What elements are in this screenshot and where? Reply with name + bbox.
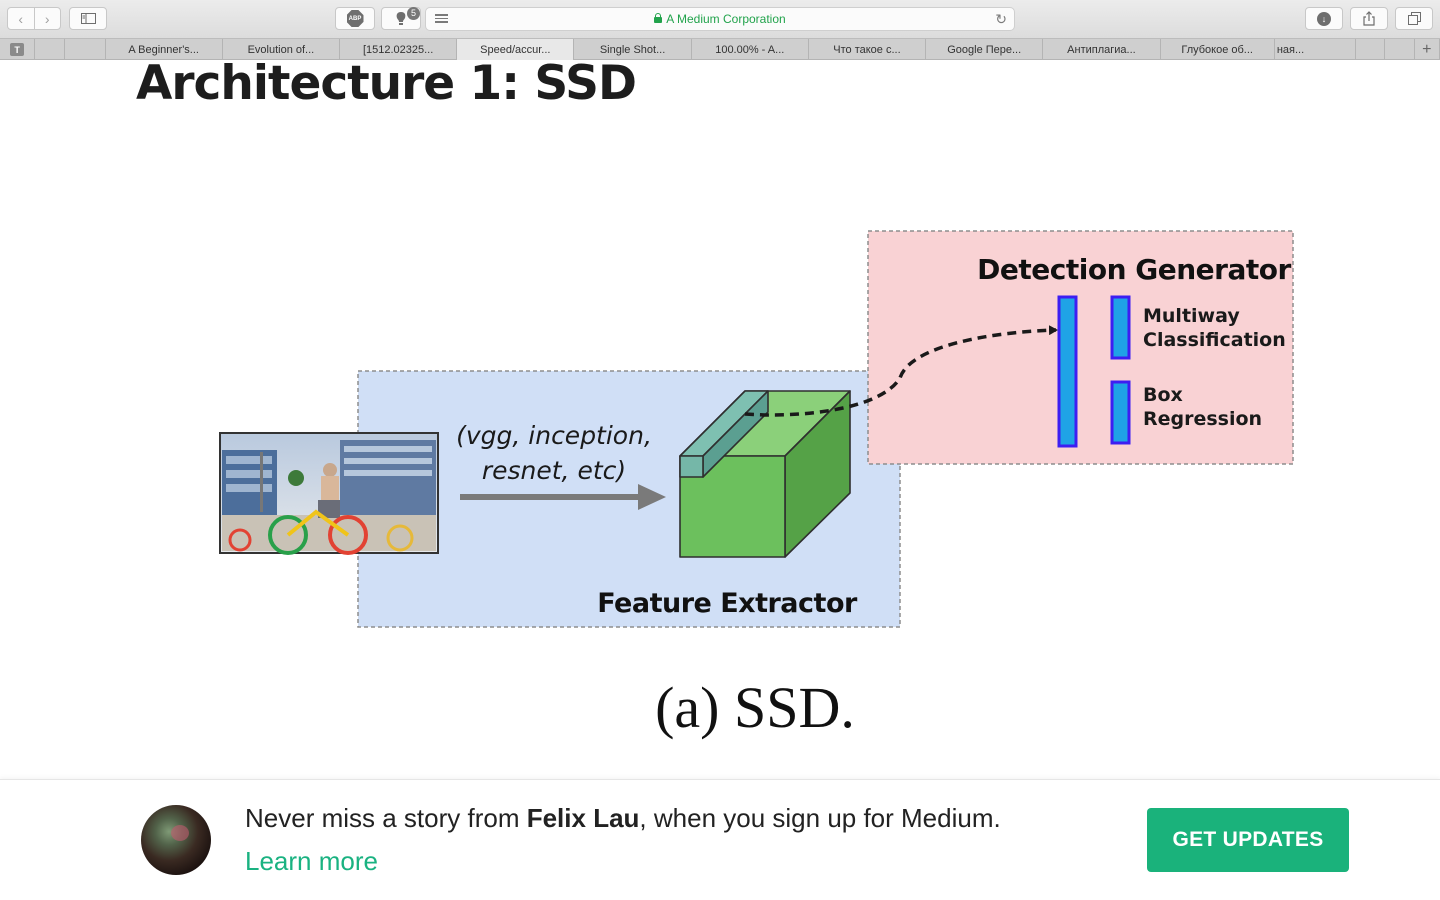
back-icon[interactable]: ‹ [8, 8, 34, 29]
article-content: Architecture 1: SSD (vgg, inception, res… [0, 60, 1440, 780]
url-display: A Medium Corporation [426, 8, 1014, 30]
tab-bar: T A Beginner's... Evolution of... [1512.… [0, 38, 1440, 60]
banner-message-prefix: Never miss a story from [245, 803, 527, 833]
sidebar-icon[interactable] [69, 7, 107, 30]
learn-more-link[interactable]: Learn more [245, 846, 378, 877]
multiway-bar [1110, 295, 1131, 360]
reload-icon[interactable]: ↻ [995, 11, 1007, 28]
tab[interactable]: Глубокое об... [1161, 39, 1275, 60]
pinned-tab-icon: T [10, 43, 25, 56]
share-button[interactable] [1350, 7, 1388, 30]
adblock-icon: ABP [346, 10, 364, 27]
tab-pinned[interactable]: T [0, 39, 36, 60]
extension-badge: 5 [407, 7, 420, 20]
signup-banner: Never miss a story from Felix Lau, when … [0, 779, 1440, 900]
feature-extractor-label: Feature Extractor [597, 588, 858, 619]
tab[interactable]: Evolution of... [223, 39, 340, 60]
extension-button[interactable]: 5 [381, 7, 421, 30]
tab[interactable]: Что такое с... [809, 39, 927, 60]
ssd-architecture-diagram: (vgg, inception, resnet, etc) Detection … [219, 230, 1294, 740]
tab-active[interactable]: Speed/accur... [457, 39, 575, 60]
figure-caption: (a) SSD. [655, 675, 855, 740]
extension-icon [396, 11, 406, 25]
tab[interactable]: Google Пере... [926, 39, 1044, 60]
tab[interactable]: [1512.02325... [340, 39, 458, 60]
nav-buttons: ‹ › [7, 7, 61, 30]
box-regression-bar [1110, 380, 1131, 445]
download-button[interactable]: ↓ [1305, 7, 1343, 30]
author-avatar[interactable] [141, 805, 211, 875]
banner-message-suffix: , when you sign up for Medium. [639, 803, 1001, 833]
box-label-line1: Box [1143, 384, 1183, 406]
share-icon [1363, 11, 1375, 26]
adblock-button[interactable]: ABP [335, 7, 375, 30]
get-updates-button[interactable]: GET UPDATES [1147, 808, 1349, 872]
arrow-label-line2: resnet, etc) [482, 456, 626, 485]
download-icon: ↓ [1317, 11, 1331, 26]
address-bar[interactable]: A Medium Corporation ↻ [425, 7, 1015, 31]
tab-empty[interactable] [1356, 39, 1386, 60]
tabs-overview-icon [1407, 12, 1421, 25]
detection-generator-label: Detection Generator [977, 253, 1291, 286]
banner-message: Never miss a story from Felix Lau, when … [245, 803, 1001, 834]
tab-empty[interactable] [65, 39, 106, 60]
lock-icon [654, 13, 663, 23]
arrow-label-line1: (vgg, inception, [456, 421, 652, 450]
url-text: A Medium Corporation [666, 12, 786, 26]
browser-toolbar: ‹ › ABP 5 A Medium Corporation ↻ ↓ [0, 0, 1440, 38]
tab[interactable]: ная... [1275, 39, 1356, 60]
detection-tall-bar [1057, 295, 1078, 448]
tab[interactable]: Single Shot... [574, 39, 692, 60]
tab[interactable]: 100.00% - A... [692, 39, 809, 60]
author-name[interactable]: Felix Lau [527, 803, 640, 833]
photo-thumbnail [219, 432, 439, 555]
box-label-line2: Regression [1143, 408, 1262, 430]
forward-icon[interactable]: › [35, 8, 61, 29]
tabs-overview-button[interactable] [1395, 7, 1433, 30]
tab-empty[interactable] [35, 39, 65, 60]
multiway-label-line2: Classification [1143, 329, 1286, 351]
new-tab-button[interactable]: + [1415, 39, 1440, 60]
tab[interactable]: Антиплагиа... [1043, 39, 1161, 60]
tab[interactable]: A Beginner's... [106, 39, 223, 60]
multiway-label-line1: Multiway [1143, 305, 1240, 327]
tab-empty[interactable] [1385, 39, 1415, 60]
